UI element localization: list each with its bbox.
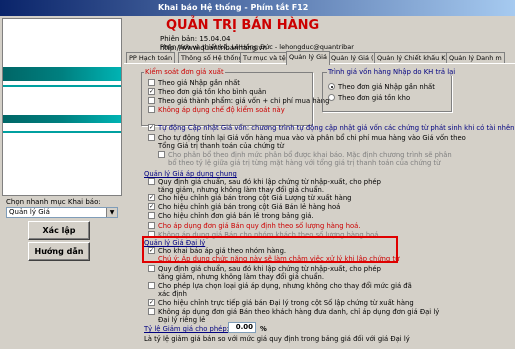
recalc-cost-checkbox[interactable] xyxy=(148,134,155,141)
ap-dung-title: Quản lý Giá áp dụng chung xyxy=(144,170,237,178)
logo-line xyxy=(3,131,121,133)
dai-ly-label-2: Quy định giá chuẩn, sau đó khi lập chứng… xyxy=(158,265,381,273)
logo-stripe xyxy=(3,67,121,81)
app-title: QUẢN TRỊ BÁN HÀNG xyxy=(166,18,320,33)
title-bar[interactable]: Khai báo Hệ thống - Phím tắt F12 xyxy=(0,0,515,16)
allocate-checkbox[interactable] xyxy=(158,151,165,158)
dai-ly-label-5: xác định xyxy=(158,290,187,298)
recalc-cost-label-2: Tổng Giá trị thanh toán của chứng từ xyxy=(158,142,284,150)
recalc-cost-label-1: Cho tự động tính lại Giá vốn hàng mua và… xyxy=(158,134,466,142)
dai-ly-checkbox-4[interactable] xyxy=(148,282,155,289)
trinh-gia-group xyxy=(322,72,452,112)
kiem-soat-title: Kiểm soát đơn giá xuất xyxy=(144,68,225,76)
dai-ly-label-7: Không áp dụng đơn giá Bán theo khách hàn… xyxy=(158,308,440,316)
auto-update-checkbox[interactable]: ✓ xyxy=(148,124,155,131)
trinh-gia-label-1: Theo đơn giá tồn kho xyxy=(338,94,411,102)
discount-input[interactable]: 0.00 xyxy=(228,322,256,333)
dai-ly-label-3: tăng giảm, nhưng không làm thay đổi giá … xyxy=(158,273,325,281)
ap-dung-checkbox-5[interactable] xyxy=(148,222,155,229)
dai-ly-checkbox-7[interactable] xyxy=(148,308,155,315)
ap-dung-checkbox-2[interactable]: ✓ xyxy=(148,194,155,201)
ap-dung-checkbox-4[interactable] xyxy=(148,212,155,219)
tab-content: Kiểm soát đơn giá xuất Theo giá Nhập gần… xyxy=(124,63,515,349)
ap-dung-label-2: Cho hiệu chỉnh giá bán trong cột Giá Lượ… xyxy=(158,194,352,202)
kiem-soat-checkbox-0[interactable] xyxy=(148,79,155,86)
allocate-label-2: bổ theo tỷ lệ giữa giá trị từng mặt hàng… xyxy=(168,159,441,167)
kiem-soat-label-0: Theo giá Nhập gần nhất xyxy=(158,79,240,87)
trinh-gia-label-0: Theo đơn giá Nhập gần nhất xyxy=(338,83,435,91)
help-button[interactable]: Hướng dẫn xyxy=(28,242,90,261)
dai-ly-label-0: Cho khai báo áp giá theo nhóm hàng. xyxy=(158,247,287,255)
version-text: Phiên bản: 15.04.04 xyxy=(160,35,231,43)
dai-ly-checkbox-6[interactable]: ✓ xyxy=(148,299,155,306)
set-button[interactable]: Xác lập xyxy=(28,221,90,240)
website-link[interactable]: http://www.quantribanhang.vn xyxy=(160,44,267,52)
dai-ly-checkbox-2[interactable] xyxy=(148,265,155,272)
trinh-gia-radio-0[interactable] xyxy=(328,83,335,90)
quick-select-label: Chọn nhanh mục Khai báo: xyxy=(6,198,101,206)
kiem-soat-label-1: Theo đơn giá tồn kho bình quân xyxy=(158,88,267,96)
ap-dung-checkbox-3[interactable]: ✓ xyxy=(148,203,155,210)
ap-dung-checkbox-0[interactable] xyxy=(148,178,155,185)
logo-image xyxy=(2,18,122,196)
kiem-soat-label-2: Theo giá thành phẩm: giá vốn + chi phí m… xyxy=(158,97,330,105)
chevron-down-icon[interactable]: ▼ xyxy=(106,208,117,217)
ap-dung-label-3: Cho hiệu chỉnh giá bán trong cột Giá Bán… xyxy=(158,203,341,211)
discount-note: Là tỷ lệ giảm giá bán so với mức giá quy… xyxy=(144,335,410,343)
discount-unit: % xyxy=(260,325,267,333)
ap-dung-label-4: Cho hiệu chỉnh đơn giá bán lẻ trong bảng… xyxy=(158,212,314,220)
allocate-label-1: Cho phân bổ theo định mức phân bổ được k… xyxy=(168,151,452,159)
logo-stripe xyxy=(3,115,121,123)
ap-dung-label-5: Cho áp dụng đơn giá Bán quy định theo số… xyxy=(158,222,361,230)
auto-update-label: Tự động Cập nhật Giá vốn: chương trình t… xyxy=(158,124,515,132)
dai-ly-label-4: Cho phép lựa chọn loại giá áp dụng, nhưn… xyxy=(158,282,412,290)
dai-ly-note: Chú ý: Áp dụng chức năng này sẽ làm chậm… xyxy=(158,255,400,263)
left-panel: Chọn nhanh mục Khai báo: Quản lý Giá ▼ X… xyxy=(0,16,124,348)
trinh-gia-title: Trình giá vốn hàng Nhập do KH trả lại xyxy=(327,68,457,76)
window: Khai báo Hệ thống - Phím tắt F12 Chọn nh… xyxy=(0,0,515,349)
dai-ly-label-8: Đại lý riêng lẻ xyxy=(158,316,206,324)
kiem-soat-checkbox-2[interactable] xyxy=(148,97,155,104)
logo-line xyxy=(3,85,121,87)
trinh-gia-radio-1[interactable] xyxy=(328,94,335,101)
tab-quan-ly-gia[interactable]: Quản lý Giá xyxy=(286,51,330,65)
kiem-soat-label-3: Không áp dụng chế độ kiểm soát này xyxy=(158,106,285,114)
quick-select-dropdown[interactable]: Quản lý Giá ▼ xyxy=(6,207,118,218)
kiem-soat-checkbox-3[interactable] xyxy=(148,106,155,113)
window-title: Khai báo Hệ thống - Phím tắt F12 xyxy=(158,3,309,12)
ap-dung-label-0: Quy định giá chuẩn, sau đó khi lập chứng… xyxy=(158,178,381,186)
quick-select-value: Quản lý Giá xyxy=(9,208,50,216)
dai-ly-label-6: Cho hiệu chỉnh trực tiếp giá bán Đại lý … xyxy=(158,299,414,307)
ap-dung-label-1: tăng giảm, nhưng không làm thay đổi giá … xyxy=(158,186,325,194)
discount-label: Tỷ lệ Giảm giá cho phép: xyxy=(144,325,229,333)
dai-ly-checkbox-0[interactable]: ✓ xyxy=(148,247,155,254)
kiem-soat-checkbox-1[interactable]: ✓ xyxy=(148,88,155,95)
